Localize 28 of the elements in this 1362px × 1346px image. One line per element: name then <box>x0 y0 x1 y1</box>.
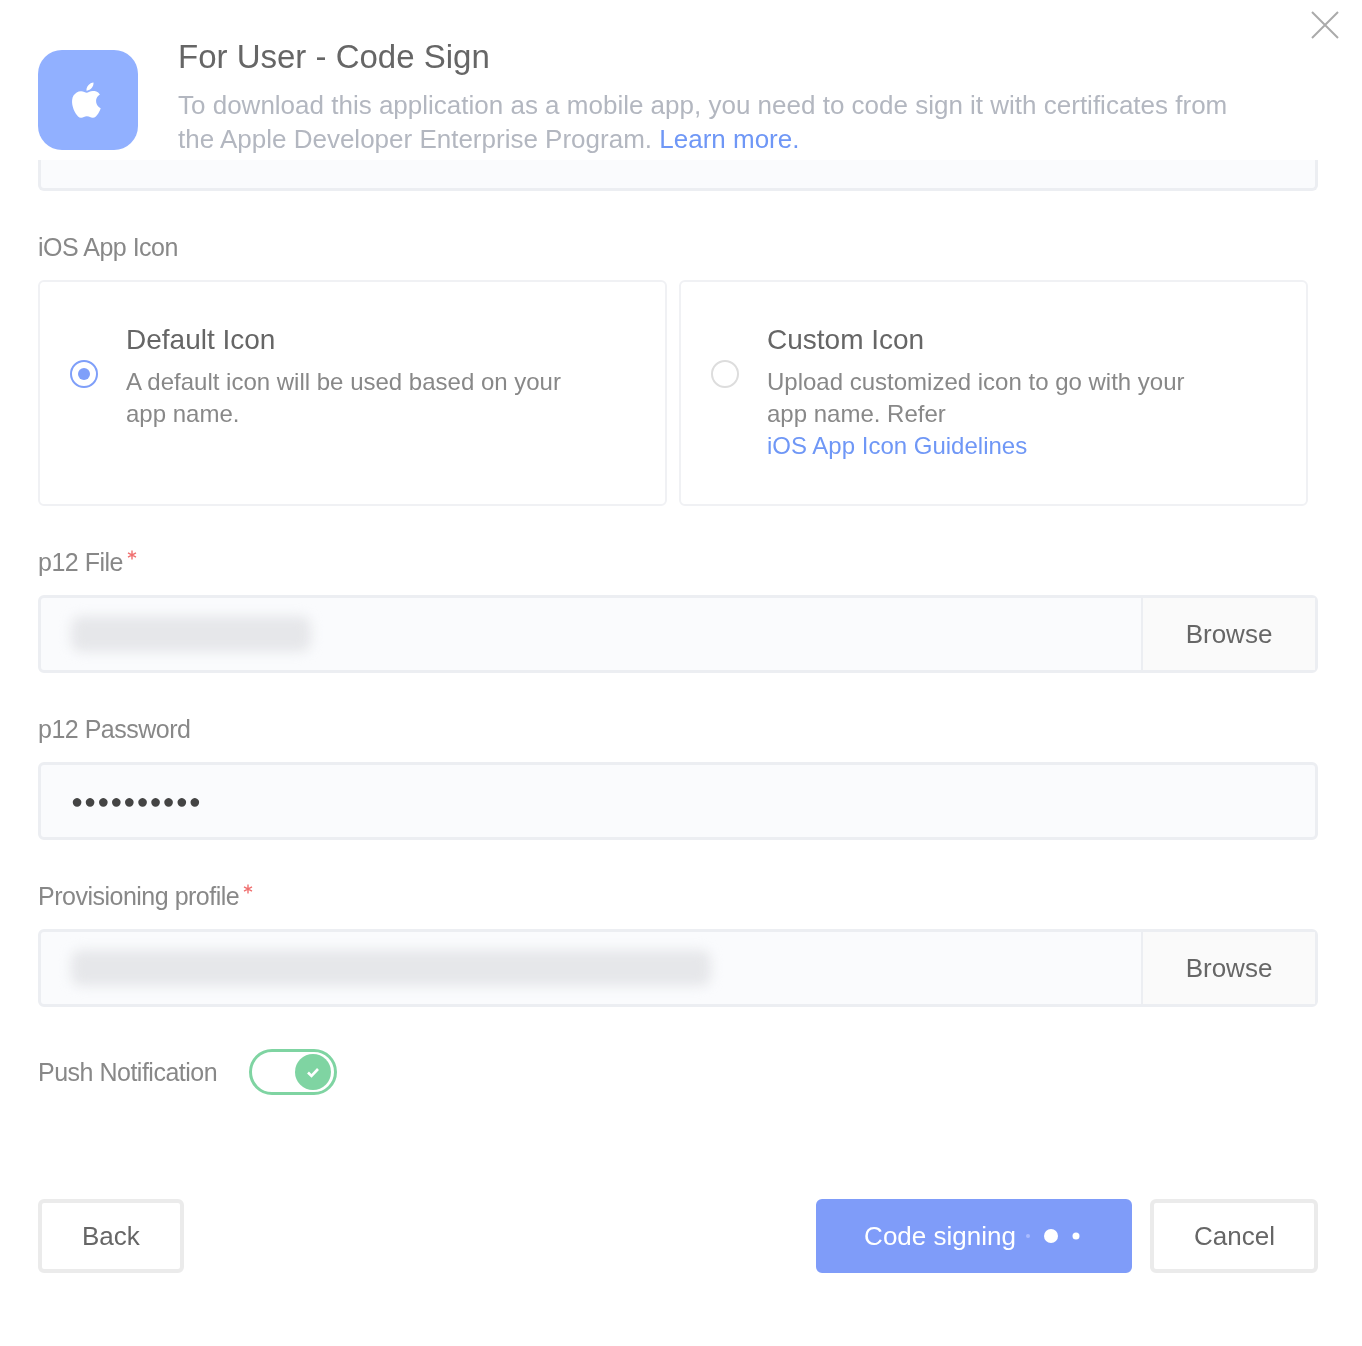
dialog-description: To download this application as a mobile app, you need to code sign it with certificates from the Apple Developer Enterprise Program. Learn more. <box>178 89 1229 156</box>
guidelines-link[interactable]: iOS App Icon Guidelines <box>767 432 1028 459</box>
option-title: Custom Icon <box>767 324 926 356</box>
file-field[interactable]: Browse <box>38 595 1318 673</box>
file-field[interactable]: Browse <box>38 929 1318 1007</box>
password-field[interactable]: ●●●●●●●●●● <box>38 762 1318 840</box>
close-icon <box>1310 10 1340 40</box>
toggle-label: Push Notification <box>38 1057 218 1087</box>
option-description: A default icon will be used based on your app name. <box>126 367 562 429</box>
close-button[interactable] <box>1310 10 1340 40</box>
field-label: Provisioning profile <box>38 882 240 911</box>
learn-more-link[interactable]: Learn more. <box>659 124 800 154</box>
masked-password: ●●●●●●●●●● <box>71 789 202 813</box>
back-button[interactable]: Back <box>38 1199 184 1273</box>
field-label: p12 Password <box>38 715 191 744</box>
option-title: Default Icon <box>126 324 277 356</box>
option-description: Upload customized icon to go with your app name. Refer iOS App Icon Guidelines <box>767 367 1186 461</box>
icon-option-card[interactable]: Default Icon A default icon will be used based on your app name. <box>38 280 667 506</box>
icon-option-card[interactable]: Custom Icon Upload customized icon to go with your app name. Refer iOS App Icon Guidelines <box>679 280 1308 506</box>
cancel-button[interactable]: Cancel <box>1150 1199 1318 1273</box>
apple-logo-icon <box>38 50 138 150</box>
browse-button[interactable]: Browse <box>1141 598 1315 670</box>
field-label: iOS App Icon <box>38 233 179 262</box>
dialog-title: For User - Code Sign <box>178 38 491 76</box>
browse-button[interactable]: Browse <box>1141 932 1315 1004</box>
push-toggle[interactable] <box>249 1049 338 1095</box>
radio-button[interactable] <box>70 360 98 388</box>
field-label: p12 File <box>38 548 123 577</box>
